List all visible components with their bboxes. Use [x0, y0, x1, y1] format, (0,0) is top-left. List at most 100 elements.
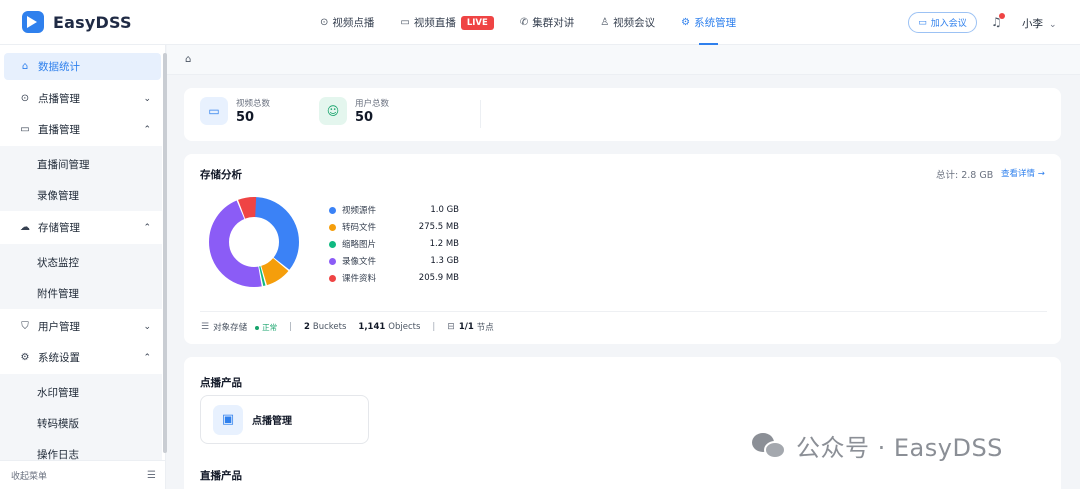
sidebar-subitem-live-rooms[interactable]: 直播间管理: [37, 157, 90, 172]
sidebar-item-settings[interactable]: ⚙ 系统设置 ⌃: [4, 344, 161, 371]
sidebar-collapse[interactable]: 收起菜单 ☰: [0, 460, 166, 489]
stat-value: 50: [236, 110, 255, 125]
wechat-watermark: 公众号 · EasyDSS: [752, 428, 1003, 463]
objects-label: Objects: [388, 322, 421, 332]
status-badge: 正常: [255, 322, 277, 333]
sidebar-item-users[interactable]: ⛉ 用户管理 ⌄: [4, 313, 161, 340]
legend-item: 视频源件 1.0 GB: [329, 204, 459, 216]
divider: [200, 311, 1047, 312]
legend-swatch: [329, 223, 336, 231]
app-logo[interactable]: EasyDSS: [22, 11, 132, 33]
sidebar: ⌂ 数据统计 ⊙ 点播管理 ⌄ ▭ 直播管理 ⌃ 直播间管理 录像管理 ☁ 存储…: [0, 45, 167, 489]
users-icon: ♙: [600, 17, 610, 28]
vod-products-title: 点播产品: [200, 377, 242, 389]
objects-count: 1,141: [358, 322, 386, 332]
sidebar-item-vod[interactable]: ⊙ 点播管理 ⌄: [4, 85, 161, 112]
storage-analysis-card: 存储分析 总计: 2.8 GB 查看详情 → 视频源件 1.0 GB 转码文件 …: [184, 154, 1061, 344]
legend-name: 课件资料: [342, 274, 377, 284]
main-nav: ⊙ 视频点播 ▭ 视频直播 LIVE ✆ 集群对讲 ♙ 视频会议 ⚙ 系统管理: [320, 0, 762, 45]
notification-dot: [998, 13, 1005, 19]
legend-swatch: [329, 206, 336, 214]
top-header: EasyDSS ⊙ 视频点播 ▭ 视频直播 LIVE ✆ 集群对讲 ♙ 视频会议…: [0, 0, 1080, 45]
nav-label: 视频会议: [613, 17, 656, 29]
nav-vod[interactable]: ⊙ 视频点播: [320, 0, 374, 45]
nodes-label: 节点: [476, 323, 494, 333]
storage-donut-chart: [209, 197, 299, 287]
sidebar-item-storage[interactable]: ☁ 存储管理 ⌃: [4, 214, 161, 241]
nodes-count: 1/1: [458, 322, 474, 332]
sidebar-subitem-attachments[interactable]: 附件管理: [37, 286, 79, 301]
live-products-title: 直播产品: [200, 470, 242, 482]
chevron-up-icon: ⌃: [143, 124, 151, 135]
tv-icon: ▣: [213, 404, 243, 435]
collapse-menu-icon: ☰: [147, 469, 156, 481]
legend-swatch: [329, 257, 336, 265]
nav-label: 视频直播: [413, 17, 456, 29]
stat-video-total: ▭ 视频总数 50: [200, 97, 270, 125]
legend-item: 课件资料 205.9 MB: [329, 272, 459, 284]
legend-value: 1.2 MB: [429, 239, 459, 249]
play-circle-icon: ⊙: [20, 93, 30, 104]
sidebar-item-label: 点播管理: [38, 93, 80, 105]
legend-item: 转码文件 275.5 MB: [329, 221, 459, 233]
sidebar-item-label: 系统设置: [38, 352, 80, 364]
legend-value: 1.3 GB: [430, 256, 459, 266]
submenu-storage: 状态监控 附件管理: [0, 244, 162, 309]
legend-value: 275.5 MB: [418, 222, 459, 232]
sidebar-item-data-stats[interactable]: ⌂ 数据统计: [4, 53, 161, 80]
sidebar-subitem-recordings[interactable]: 录像管理: [37, 188, 79, 203]
sidebar-subitem-status-monitor[interactable]: 状态监控: [37, 255, 79, 270]
live-badge: LIVE: [460, 15, 494, 30]
view-details-link[interactable]: 查看详情 →: [1001, 167, 1045, 179]
cloud-icon: ☁: [20, 222, 30, 233]
storage-total: 总计: 2.8 GB: [936, 170, 994, 181]
notification-bell-icon[interactable]: ♫: [991, 13, 1005, 29]
database-icon: ☰: [201, 322, 210, 332]
nav-meeting[interactable]: ♙ 视频会议: [600, 0, 655, 45]
storage-title: 存储分析: [200, 169, 242, 181]
sidebar-subitem-watermark[interactable]: 水印管理: [37, 385, 79, 400]
legend-name: 视频源件: [342, 206, 377, 216]
phone-icon: ✆: [519, 17, 529, 28]
legend-swatch: [329, 274, 336, 282]
legend-name: 录像文件: [342, 257, 377, 267]
legend-swatch: [329, 240, 336, 248]
user-menu[interactable]: 小李 ⌄: [1022, 16, 1057, 31]
watermark-text: 公众号 · EasyDSS: [796, 434, 1003, 462]
vod-management-card[interactable]: ▣ 点播管理: [200, 395, 369, 444]
home-icon: ⌂: [21, 61, 29, 72]
legend-value: 205.9 MB: [418, 273, 459, 283]
home-icon[interactable]: ⌂: [185, 54, 191, 65]
sidebar-scrollbar[interactable]: [163, 53, 167, 453]
buckets-label: Buckets: [312, 322, 347, 332]
nav-live[interactable]: ▭ 视频直播 LIVE: [400, 0, 494, 45]
nav-label: 系统管理: [694, 17, 737, 29]
nav-label: 集群对讲: [532, 17, 575, 29]
user-name: 小李: [1022, 18, 1043, 30]
legend-name: 缩略图片: [342, 240, 377, 250]
nav-system[interactable]: ⚙ 系统管理: [681, 0, 736, 45]
sidebar-item-label: 用户管理: [38, 321, 80, 333]
sidebar-item-label: 存储管理: [38, 222, 80, 234]
wechat-icon: [752, 431, 788, 461]
video-camera-icon: ▭: [20, 124, 30, 135]
storage-type: 对象存储: [213, 323, 248, 333]
chevron-down-icon: ⌄: [143, 93, 151, 104]
sidebar-subitem-transcode-template[interactable]: 转码模版: [37, 416, 79, 431]
legend-item: 录像文件 1.3 GB: [329, 255, 459, 267]
sidebar-item-label: 数据统计: [38, 61, 80, 73]
logo-icon: [22, 11, 44, 33]
stat-label: 用户总数: [355, 99, 390, 109]
stat-user-total: ☺ 用户总数 50: [319, 97, 389, 125]
chevron-down-icon: ⌄: [143, 321, 151, 332]
join-meeting-label: 加入会议: [930, 19, 967, 29]
chevron-up-icon: ⌃: [143, 352, 151, 363]
legend-value: 1.0 GB: [430, 205, 459, 215]
gear-icon: ⚙: [681, 17, 691, 28]
sidebar-item-live[interactable]: ▭ 直播管理 ⌃: [4, 116, 161, 143]
stat-value: 50: [355, 110, 374, 125]
join-meeting-button[interactable]: ▭ 加入会议: [908, 12, 977, 33]
shield-icon: ⛉: [21, 321, 29, 332]
nav-intercom[interactable]: ✆ 集群对讲: [520, 0, 574, 45]
app-name: EasyDSS: [53, 12, 132, 32]
